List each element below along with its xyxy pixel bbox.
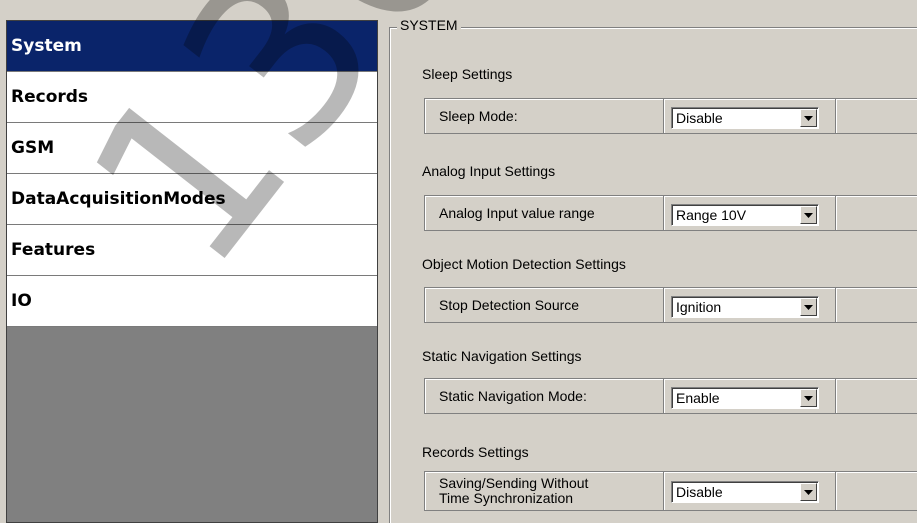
row-divider xyxy=(835,196,837,230)
stop-detection-select[interactable]: Ignition xyxy=(671,296,819,318)
setting-label-line-2: Time Synchronization xyxy=(439,490,574,506)
section-title-records: Records Settings xyxy=(422,444,529,460)
row-divider xyxy=(835,99,837,133)
setting-label: Sleep Mode: xyxy=(439,107,518,124)
sleep-mode-select[interactable]: Disable xyxy=(671,107,819,129)
row-divider xyxy=(835,288,837,322)
chevron-down-icon[interactable] xyxy=(800,298,817,316)
chevron-down-icon[interactable] xyxy=(800,109,817,127)
nav-item-io[interactable]: IO xyxy=(7,276,377,327)
row-divider xyxy=(663,99,665,133)
setting-row-sleep-mode: Sleep Mode: Disable xyxy=(424,98,917,134)
nav-item-data-acquisition-modes[interactable]: DataAcquisitionModes xyxy=(7,174,377,225)
chevron-down-icon[interactable] xyxy=(800,206,817,224)
select-value: Enable xyxy=(676,390,720,406)
row-divider xyxy=(835,472,837,510)
row-divider xyxy=(663,379,665,413)
group-title: SYSTEM xyxy=(397,17,461,33)
analog-range-select[interactable]: Range 10V xyxy=(671,204,819,226)
setting-label: Saving/Sending Without Time Synchronizat… xyxy=(439,472,588,510)
time-sync-select[interactable]: Disable xyxy=(671,481,819,503)
static-navigation-select[interactable]: Enable xyxy=(671,387,819,409)
nav-item-system[interactable]: System xyxy=(7,21,377,72)
select-value: Disable xyxy=(676,484,723,500)
setting-label: Static Navigation Mode: xyxy=(439,387,587,404)
section-title-motion-detection: Object Motion Detection Settings xyxy=(422,256,626,272)
nav-item-records[interactable]: Records xyxy=(7,72,377,123)
select-value: Disable xyxy=(676,110,723,126)
chevron-down-icon[interactable] xyxy=(800,389,817,407)
row-divider xyxy=(663,196,665,230)
setting-label: Analog Input value range xyxy=(439,204,595,221)
setting-row-analog-range: Analog Input value range Range 10V xyxy=(424,195,917,231)
setting-label: Stop Detection Source xyxy=(439,296,580,313)
nav-item-features[interactable]: Features xyxy=(7,225,377,276)
row-divider xyxy=(663,288,665,322)
select-value: Range 10V xyxy=(676,207,747,223)
row-divider xyxy=(835,379,837,413)
select-value: Ignition xyxy=(676,299,722,315)
nav-item-gsm[interactable]: GSM xyxy=(7,123,377,174)
settings-nav: System Records GSM DataAcquisitionModes … xyxy=(6,20,378,523)
setting-row-static-navigation: Static Navigation Mode: Enable xyxy=(424,378,917,414)
section-title-sleep: Sleep Settings xyxy=(422,66,513,82)
setting-row-stop-detection: Stop Detection Source Ignition xyxy=(424,287,917,323)
setting-label-line-1: Saving/Sending Without xyxy=(439,475,589,491)
section-title-analog-input: Analog Input Settings xyxy=(422,163,556,179)
section-title-static-navigation: Static Navigation Settings xyxy=(422,348,582,364)
setting-row-time-sync: Saving/Sending Without Time Synchronizat… xyxy=(424,471,917,511)
row-divider xyxy=(663,472,665,510)
chevron-down-icon[interactable] xyxy=(800,483,817,501)
